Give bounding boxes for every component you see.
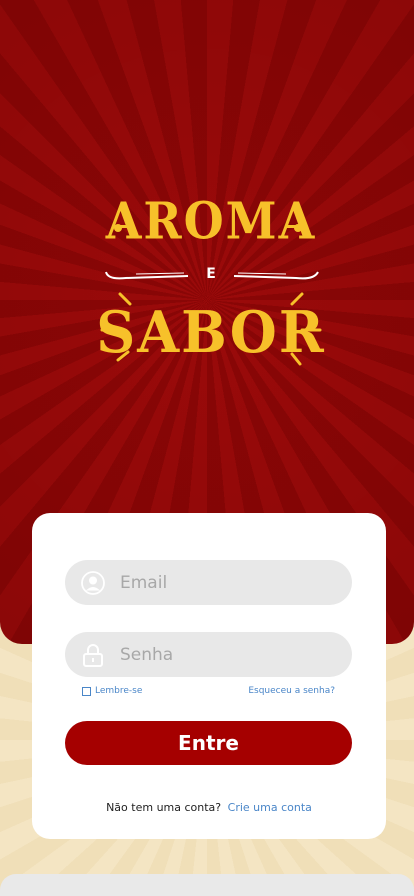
- email-field[interactable]: [65, 560, 352, 605]
- forgot-password-link[interactable]: Esqueceu a senha?: [248, 686, 335, 696]
- user-circle-icon: [81, 570, 105, 595]
- checkbox-icon[interactable]: [82, 686, 91, 696]
- logo-word-sabor: SABOR: [96, 298, 326, 366]
- signup-prompt: Não tem uma conta? Crie uma conta: [32, 801, 386, 814]
- password-input[interactable]: [118, 643, 342, 666]
- login-card: Lembre-se Esqueceu a senha? Entre Não te…: [32, 513, 386, 839]
- password-field[interactable]: [65, 632, 352, 677]
- login-button[interactable]: Entre: [65, 721, 352, 765]
- brand-logo: AROMA E SABOR: [96, 188, 326, 388]
- signup-prompt-text: Não tem uma conta?: [106, 801, 222, 814]
- bottom-sheet-handle: [0, 874, 414, 896]
- remember-me-label: Lembre-se: [95, 686, 143, 696]
- logo-word-aroma: AROMA: [105, 191, 317, 251]
- lock-icon: [81, 643, 105, 667]
- logo-word-e: E: [206, 266, 216, 282]
- remember-me-checkbox[interactable]: Lembre-se: [82, 686, 142, 696]
- signup-link[interactable]: Crie uma conta: [228, 801, 312, 814]
- email-input[interactable]: [118, 571, 342, 594]
